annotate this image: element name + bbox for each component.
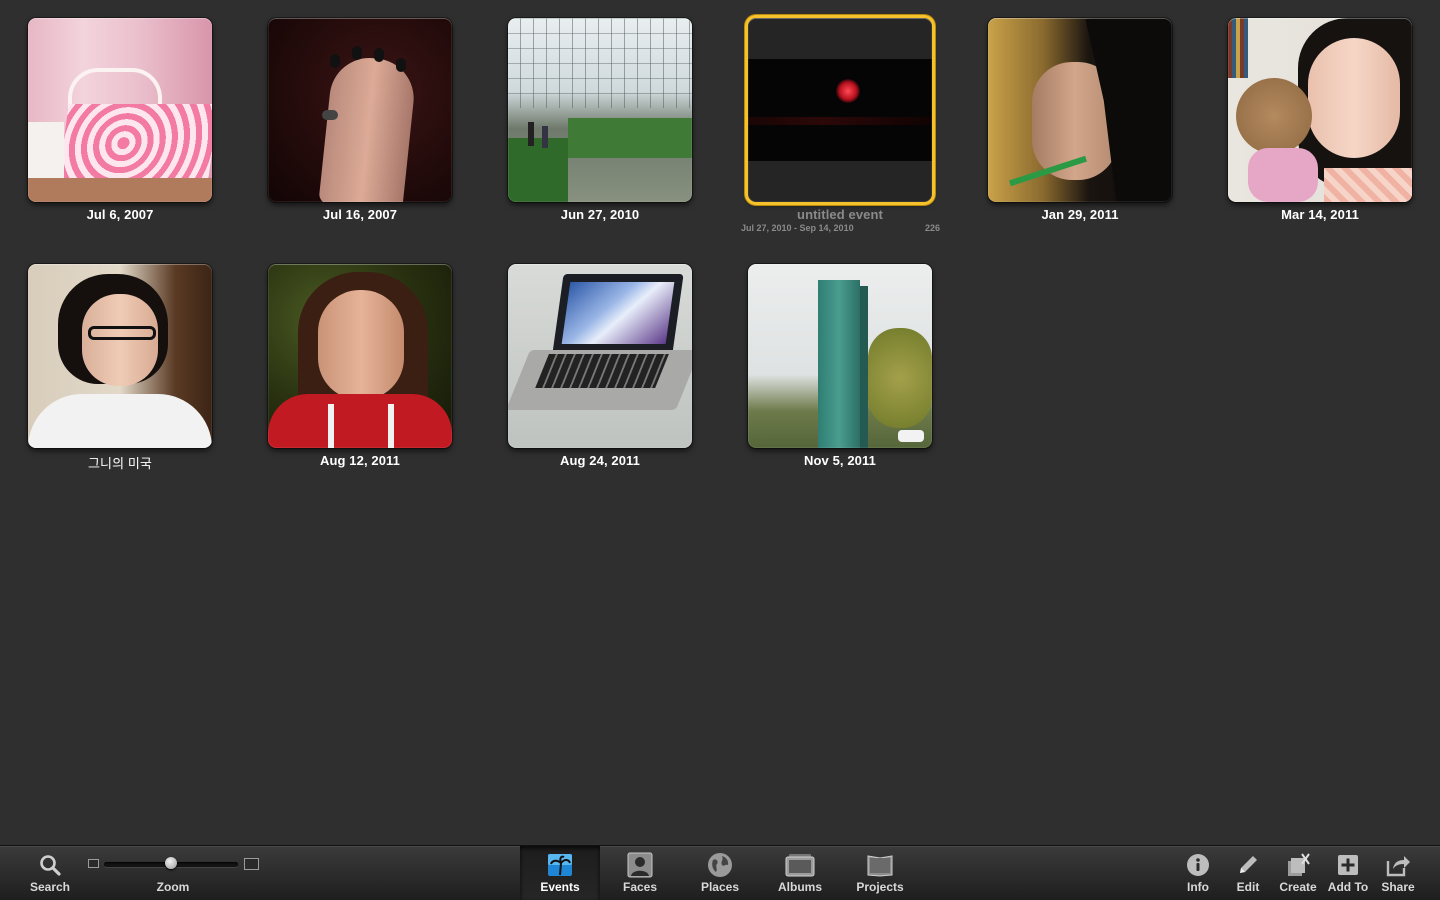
edit-button[interactable]: Edit [1228, 846, 1268, 900]
event-title[interactable]: Jul 16, 2007 [268, 207, 452, 222]
plus-icon [1337, 851, 1359, 879]
tab-faces[interactable]: Faces [600, 846, 680, 900]
create-button[interactable]: Create [1274, 846, 1322, 900]
event-title[interactable]: Jul 6, 2007 [28, 207, 212, 222]
event-title[interactable]: Nov 5, 2011 [748, 453, 932, 468]
tab-events[interactable]: Events [520, 846, 600, 900]
event-thumbnail[interactable] [1228, 18, 1412, 202]
bottom-toolbar: Search Zoom Events Faces Places Albums P… [0, 845, 1440, 900]
create-icon [1285, 851, 1311, 879]
zoom-in-icon[interactable] [244, 858, 259, 870]
event-tile-selected[interactable]: untitled event Jul 27, 2010 - Sep 14, 20… [741, 18, 940, 236]
info-button[interactable]: Info [1178, 846, 1218, 900]
event-thumbnail[interactable] [28, 18, 212, 202]
event-tile[interactable]: Jul 16, 2007 [268, 18, 452, 222]
search-button[interactable]: Search [24, 846, 76, 900]
event-tile[interactable]: Jul 6, 2007 [28, 18, 212, 222]
share-icon [1385, 851, 1411, 879]
event-tile[interactable]: Aug 24, 2011 [508, 264, 692, 468]
event-title[interactable]: Jan 29, 2011 [988, 207, 1172, 222]
album-icon [785, 851, 815, 879]
event-tile[interactable]: Jan 29, 2011 [988, 18, 1172, 222]
event-title[interactable]: Aug 24, 2011 [508, 453, 692, 468]
event-thumbnail[interactable] [748, 264, 932, 448]
event-thumbnail[interactable] [28, 264, 212, 448]
edit-label: Edit [1236, 880, 1260, 894]
event-thumbnail[interactable] [508, 18, 692, 202]
info-label: Info [1187, 880, 1209, 894]
zoom-out-icon[interactable] [88, 859, 99, 868]
event-title[interactable]: Jun 27, 2010 [508, 207, 692, 222]
book-icon [866, 851, 894, 879]
share-button[interactable]: Share [1376, 846, 1420, 900]
portrait-icon [627, 851, 653, 879]
event-date-range: Jul 27, 2010 - Sep 14, 2010 [741, 223, 854, 233]
event-title[interactable]: Mar 14, 2011 [1228, 207, 1412, 222]
event-thumbnail[interactable] [268, 264, 452, 448]
tab-label: Projects [856, 880, 904, 894]
event-title[interactable]: untitled event [748, 207, 932, 222]
add-to-label: Add To [1327, 880, 1369, 894]
event-photo-count: 226 [924, 223, 940, 233]
event-title[interactable]: 그니의 미국 [28, 453, 212, 472]
zoom-label-wrap: Zoom [143, 867, 203, 900]
event-tile[interactable]: Mar 14, 2011 [1228, 18, 1412, 222]
event-title[interactable]: Aug 12, 2011 [268, 453, 452, 468]
event-tile[interactable]: Jun 27, 2010 [508, 18, 692, 222]
iphoto-window: Jul 6, 2007 Jul 16, 2007 Jun 27, 2010 un… [0, 0, 1440, 900]
share-label: Share [1381, 880, 1415, 894]
event-tile[interactable]: 그니의 미국 [28, 264, 212, 472]
info-icon [1186, 851, 1210, 879]
event-metadata: Jul 27, 2010 - Sep 14, 2010 226 [736, 222, 946, 236]
tab-projects[interactable]: Projects [840, 846, 920, 900]
magnifier-icon [38, 851, 62, 879]
event-thumbnail[interactable] [988, 18, 1172, 202]
tab-label: Faces [622, 880, 658, 894]
palm-tree-icon [547, 851, 573, 879]
search-label: Search [29, 880, 71, 894]
create-label: Create [1279, 880, 1317, 894]
event-thumbnail[interactable] [508, 264, 692, 448]
add-to-button[interactable]: Add To [1324, 846, 1372, 900]
tab-places[interactable]: Places [680, 846, 760, 900]
pencil-icon [1236, 851, 1260, 879]
event-tile[interactable]: Nov 5, 2011 [748, 264, 932, 468]
zoom-label: Zoom [156, 880, 190, 894]
globe-icon [707, 851, 733, 879]
tab-label: Places [700, 880, 740, 894]
event-thumbnail[interactable] [268, 18, 452, 202]
tab-label: Albums [777, 880, 822, 894]
event-tile[interactable]: Aug 12, 2011 [268, 264, 452, 468]
event-thumbnail[interactable] [748, 18, 932, 202]
tab-label: Events [540, 880, 580, 894]
tab-albums[interactable]: Albums [760, 846, 840, 900]
